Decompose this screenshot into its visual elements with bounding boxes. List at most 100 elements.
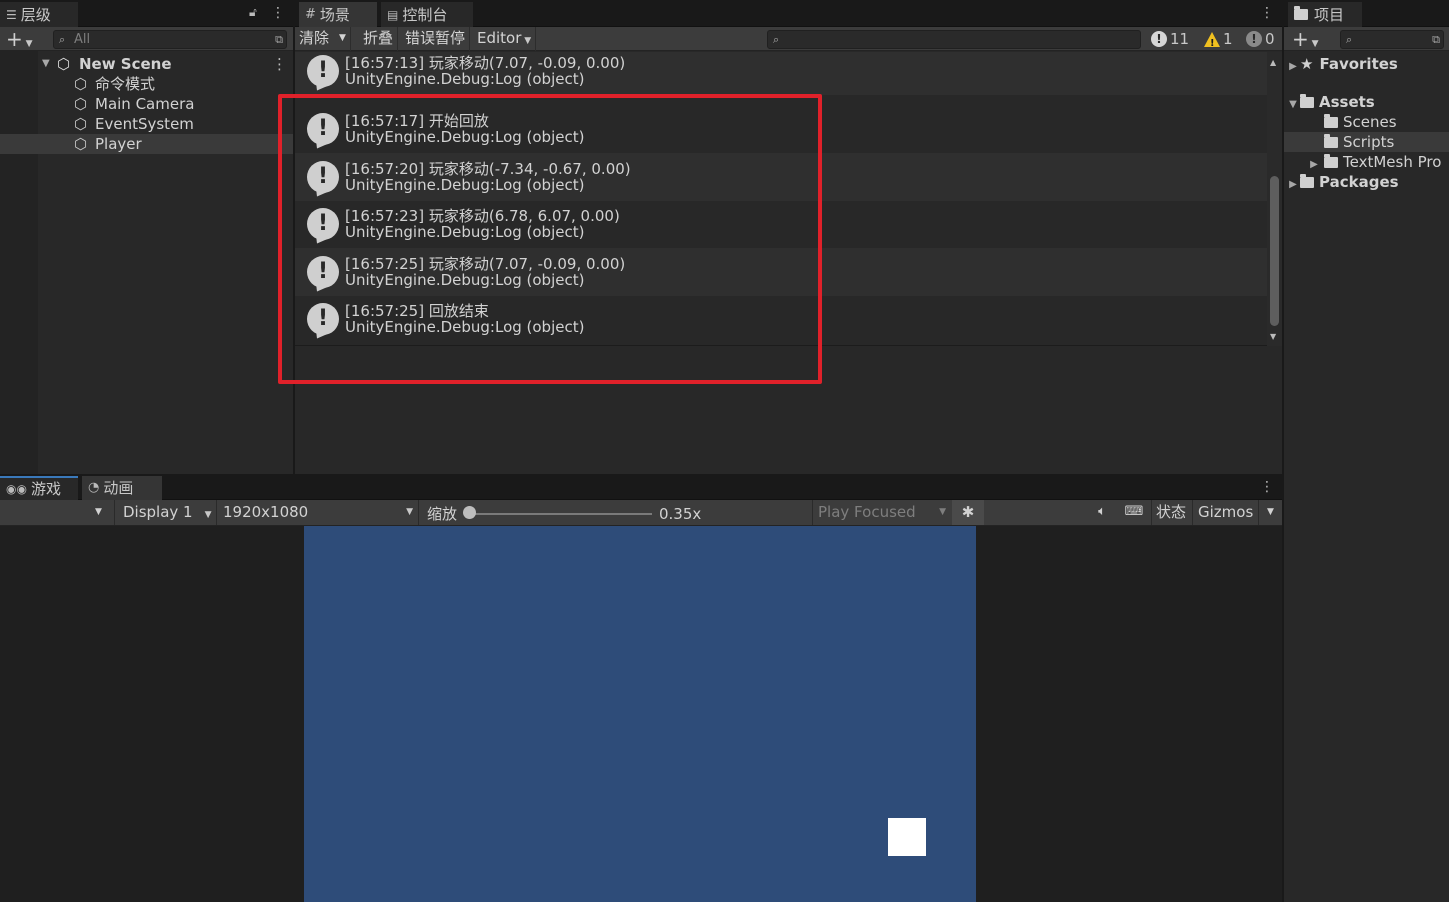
game-view-dropdown[interactable]: ▼ <box>95 500 102 525</box>
scroll-down-icon[interactable]: ▼ <box>1270 332 1276 341</box>
expand-triangle-icon[interactable]: ▼ <box>42 54 50 74</box>
hierarchy-menu-icon[interactable]: ⋮ <box>271 4 285 22</box>
error-count: 0 <box>1265 30 1275 48</box>
folder-icon <box>1294 6 1308 20</box>
keyboard-icon[interactable]: ⌨︎ <box>1120 500 1148 525</box>
highlight-annotation <box>278 94 822 384</box>
hierarchy-tab-label: 层级 <box>20 5 51 24</box>
hierarchy-search-placeholder: All <box>74 32 91 47</box>
tab-project[interactable]: 项目 <box>1288 2 1362 27</box>
speaker-icon[interactable]: 🔈︎ <box>1088 500 1116 525</box>
star-icon: ★ <box>1300 55 1314 73</box>
folder-label: TextMesh Pro <box>1343 153 1442 171</box>
game-tab-label: 游戏 <box>30 480 61 498</box>
play-mode-dropdown[interactable]: Play Focused ▼ <box>818 500 948 525</box>
log-info-icon: ! <box>307 55 339 87</box>
toolbar-separator <box>1151 500 1152 525</box>
gamepad-icon: ◉◉ <box>6 482 27 496</box>
display-label: Display 1 <box>123 503 193 521</box>
scale-slider-track[interactable] <box>470 513 652 515</box>
clock-icon: ◔ <box>88 480 100 495</box>
create-asset-button[interactable]: + ▼ <box>1292 28 1319 55</box>
tab-game[interactable]: ◉◉ 游戏 <box>0 476 78 500</box>
console-scrollbar[interactable]: ▲ ▼ <box>1267 52 1282 346</box>
animation-tab-label: 动画 <box>103 479 134 497</box>
folder-scripts[interactable]: Scripts <box>1284 132 1449 152</box>
clear-options-dropdown[interactable]: ▼ <box>335 27 351 51</box>
chevron-down-icon: ▼ <box>939 507 946 517</box>
favorites-label: Favorites <box>1319 55 1398 73</box>
console-search-input[interactable]: ⌕ <box>767 30 1141 49</box>
chevron-down-icon: ▼ <box>406 507 413 517</box>
expand-triangle-icon[interactable]: ▶ <box>1286 57 1300 77</box>
project-panel: 项目 + ▼ ⌕ ⧉ ▶ ★ Favorites ▼ Assets Scenes Sc… <box>1284 0 1449 902</box>
grid-icon: # <box>305 6 316 22</box>
expand-icon[interactable]: ⧉ <box>1432 31 1440 48</box>
center-tabbar: # 场景 ▤ 控制台 ⋮ <box>295 0 1282 27</box>
toolbar-separator <box>812 500 813 525</box>
tab-scene[interactable]: # 场景 <box>299 2 377 27</box>
lock-icon[interactable]: 🔓︎ <box>249 5 257 20</box>
hierarchy-search-input[interactable]: ⌕ All ⧉ <box>53 30 287 49</box>
scale-label: 缩放 <box>427 505 458 523</box>
log-entry[interactable]: ! [16:57:13] 玩家移动(7.07, -0.09, 0.00) Uni… <box>295 52 1267 95</box>
hierarchy-item-event-system[interactable]: ⬡ EventSystem <box>0 114 293 134</box>
project-tabbar: 项目 <box>1284 0 1449 27</box>
hierarchy-item-player[interactable]: ⬡ Player <box>0 134 293 154</box>
clear-button[interactable]: 清除 <box>295 27 333 51</box>
console-tab-label: 控制台 <box>402 5 448 24</box>
game-menu-icon[interactable]: ⋮ <box>1260 478 1274 496</box>
unity-scene-icon: ⬡ <box>57 55 71 73</box>
info-count-toggle[interactable]: ! 11 <box>1151 29 1189 49</box>
stats-button[interactable]: 状态 <box>1156 500 1186 525</box>
scrollbar-thumb[interactable] <box>1270 176 1279 326</box>
gameobject-cube-icon: ⬡ <box>74 115 88 133</box>
folder-textmesh-pro[interactable]: ▶ TextMesh Pro <box>1284 152 1449 172</box>
hierarchy-item-label: 命令模式 <box>95 75 156 93</box>
warning-count-toggle[interactable]: ! 1 <box>1204 29 1233 49</box>
tab-console[interactable]: ▤ 控制台 <box>381 2 473 27</box>
toolbar-separator <box>418 500 419 525</box>
packages-label: Packages <box>1319 173 1399 191</box>
gizmos-button[interactable]: Gizmos <box>1198 500 1253 525</box>
project-tab-label: 项目 <box>1314 5 1345 24</box>
player-square <box>888 818 926 856</box>
tab-hierarchy[interactable]: ☰ 层级 <box>0 2 78 27</box>
scene-row[interactable]: ▼ ⬡ New Scene ⋮ <box>0 54 293 74</box>
folder-scenes[interactable]: Scenes <box>1284 112 1449 132</box>
scale-slider-handle[interactable] <box>463 506 476 519</box>
console-menu-icon[interactable]: ⋮ <box>1260 4 1274 22</box>
packages-row[interactable]: ▶ Packages <box>1284 172 1449 192</box>
game-toolbar: ▼ Display 1 ▼ 1920x1080 ▼ 缩放 0.35x Play Fo… <box>0 500 1282 526</box>
resolution-label: 1920x1080 <box>223 503 309 521</box>
favorites-row[interactable]: ▶ ★ Favorites <box>1284 54 1449 74</box>
hierarchy-item-command-mode[interactable]: ⬡ 命令模式 <box>0 74 293 94</box>
project-search-input[interactable]: ⌕ ⧉ <box>1340 30 1444 49</box>
project-toolbar: + ▼ ⌕ ⧉ <box>1284 27 1449 51</box>
chevron-down-icon: ▼ <box>339 33 346 43</box>
bug-icon[interactable]: ✱ <box>952 500 984 525</box>
resolution-dropdown[interactable]: 1920x1080 ▼ <box>223 500 413 525</box>
error-count-toggle[interactable]: ! 0 <box>1246 29 1275 49</box>
chevron-down-icon: ▼ <box>95 507 102 517</box>
gizmos-dropdown[interactable]: ▼ <box>1258 500 1282 525</box>
tab-animation[interactable]: ◔ 动画 <box>82 476 162 500</box>
gameobject-cube-icon: ⬡ <box>74 135 88 153</box>
list-icon: ☰ <box>6 7 17 22</box>
folder-icon <box>1324 114 1338 128</box>
folder-label: Scripts <box>1343 133 1395 151</box>
hierarchy-item-main-camera[interactable]: ⬡ Main Camera <box>0 94 293 114</box>
assets-row[interactable]: ▼ Assets <box>1284 92 1449 112</box>
game-viewport[interactable] <box>304 526 976 902</box>
console-toolbar: 清除 ▼ 折叠 错误暂停 Editor ▼ ⌕ ! 11 ! 1 ! 0 <box>295 27 1282 51</box>
expand-icon[interactable]: ⧉ <box>275 31 283 48</box>
scroll-up-icon[interactable]: ▲ <box>1270 58 1276 67</box>
collapse-button[interactable]: 折叠 <box>359 27 399 51</box>
editor-dropdown[interactable]: Editor ▼ <box>473 27 537 51</box>
scene-menu-icon[interactable]: ⋮ <box>272 54 287 74</box>
toolbar-separator <box>114 500 115 525</box>
hierarchy-tabbar: ☰ 层级 🔓︎ ⋮ <box>0 0 293 27</box>
error-pause-button[interactable]: 错误暂停 <box>401 27 471 51</box>
display-dropdown[interactable]: Display 1 ▼ <box>123 500 212 525</box>
expand-triangle-icon[interactable]: ▶ <box>1286 175 1300 195</box>
